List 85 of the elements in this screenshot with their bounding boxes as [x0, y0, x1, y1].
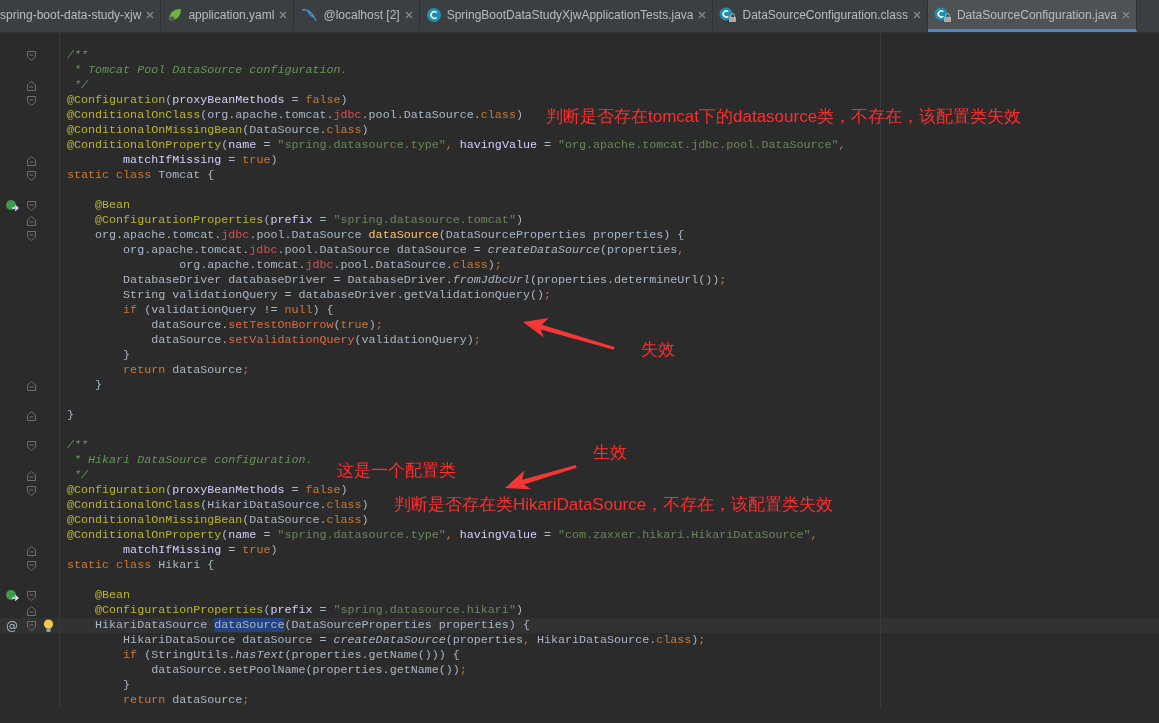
code-line: static class Hikari { [66, 558, 215, 573]
code-line: org.apache.tomcat.jdbc.pool.DataSource dataSource(DataSourceProperties properties) { [94, 228, 685, 243]
close-icon[interactable] [698, 10, 707, 19]
code-line: dataSource.setValidationQuery(validationQuery); [150, 333, 481, 348]
fold-icon[interactable] [26, 170, 36, 181]
code-line: return dataSource; [122, 363, 250, 378]
close-icon[interactable] [146, 10, 155, 19]
code-line: /** [66, 438, 89, 453]
arrow [505, 464, 577, 490]
code-line: /** [66, 48, 89, 63]
editor-tab[interactable]: @localhost [2] [294, 0, 420, 32]
code-line: } [122, 678, 131, 693]
annotation-note: 失效 [641, 340, 675, 360]
code-line: @ConditionalOnClass(org.apache.tomcat.jdbc.pool.DataSource.class) [66, 108, 523, 123]
code-line: @ConditionalOnProperty(name = "spring.datasource.type", havingValue = "com.zaxxer.hikari.HikariDataSource", [66, 528, 818, 543]
fold-icon[interactable] [26, 545, 36, 556]
fold-icon[interactable] [26, 560, 36, 571]
close-icon[interactable] [912, 10, 921, 19]
code-line: return dataSource; [122, 693, 250, 708]
fold-icon[interactable] [26, 155, 36, 166]
code-line: matchIfMissing = true) [122, 153, 278, 168]
code-line: @ConfigurationProperties(prefix = "spring.datasource.hikari") [94, 603, 523, 618]
code-line: } [94, 378, 103, 393]
annotation-note: 生效 [593, 443, 627, 463]
annotation-note: 判断是否存在tomcat下的datasource类，不存在，该配置类失效 [546, 107, 1022, 127]
fold-icon[interactable] [26, 485, 36, 496]
dolphin-icon [300, 6, 319, 23]
code-line: @Configuration(proxyBeanMethods = false) [66, 483, 348, 498]
code-line: if (StringUtils.hasText(properties.getName())) { [122, 648, 460, 663]
code-line: HikariDataSource dataSource = createDataSource(properties, HikariDataSource.class); [122, 633, 706, 648]
code-line: if (validationQuery != null) { [122, 303, 334, 318]
leaf-icon [167, 6, 184, 23]
fold-icon[interactable] [26, 410, 36, 421]
fold-icon[interactable] [26, 440, 36, 451]
editor-tab[interactable]: spring-boot-data-study-xjw [0, 0, 162, 32]
close-icon[interactable] [1122, 10, 1130, 19]
lightbulb-icon[interactable] [42, 618, 54, 633]
code-line: @ConditionalOnClass(HikariDataSource.class) [66, 498, 369, 513]
code-line: HikariDataSource dataSource(DataSourceProperties properties) { [94, 618, 530, 633]
class-icon [425, 6, 442, 23]
code-line: } [122, 348, 131, 363]
code-line: * Hikari DataSource configuration. [73, 453, 313, 468]
code-line: @ConditionalOnMissingBean(DataSource.class) [66, 513, 369, 528]
code-line: org.apache.tomcat.jdbc.pool.DataSource.class); [178, 258, 502, 273]
code-line: @ConditionalOnMissingBean(DataSource.class) [66, 123, 369, 138]
fold-icon[interactable] [26, 590, 36, 601]
fold-icon[interactable] [26, 50, 36, 61]
fold-icon[interactable] [26, 215, 36, 226]
code-line: String validationQuery = databaseDriver.getValidationQuery(); [122, 288, 551, 303]
code-line: } [66, 408, 74, 423]
code-line: dataSource.setPoolName(properties.getName()); [150, 663, 467, 678]
editor-tab[interactable]: DataSourceConfiguration.java [927, 0, 1137, 32]
code-line: @Configuration(proxyBeanMethods = false) [66, 93, 348, 108]
fold-icon[interactable] [26, 605, 36, 616]
code-line: org.apache.tomcat.jdbc.pool.DataSource dataSource = createDataSource(properties, [122, 243, 685, 258]
close-icon[interactable] [404, 10, 413, 19]
override-marker[interactable]: @ [6, 618, 18, 633]
code-line: */ [73, 78, 89, 93]
code-line: * Tomcat Pool DataSource configuration. [73, 63, 348, 78]
editor-tab[interactable]: application.yaml [161, 0, 295, 32]
locked-class-icon [719, 6, 738, 23]
annotation-note: 判断是否存在类HikariDataSource，不存在，该配置类失效 [394, 495, 834, 515]
code-line: @ConditionalOnProperty(name = "spring.datasource.type", havingValue = "org.apache.tomcat.jdbc.pool.DataSource", [66, 138, 846, 153]
code-line: static class Tomcat { [66, 168, 215, 183]
bean-icon[interactable] [5, 199, 19, 212]
editor-tab[interactable]: DataSourceConfiguration.class [713, 0, 928, 32]
close-icon[interactable] [279, 10, 288, 19]
code-line: dataSource.setTestOnBorrow(true); [150, 318, 383, 333]
annotation-note: 这是一个配置类 [337, 461, 456, 481]
fold-icon[interactable] [26, 380, 36, 391]
fold-icon[interactable] [26, 200, 36, 211]
editor-tab[interactable]: SpringBootDataStudyXjwApplicationTests.java [419, 0, 714, 32]
fold-icon[interactable] [26, 95, 36, 106]
fold-icon[interactable] [26, 470, 36, 481]
fold-icon[interactable] [26, 620, 36, 631]
fold-icon[interactable] [26, 80, 36, 91]
code-line: DatabaseDriver databaseDriver = DatabaseDriver.fromJdbcUrl(properties.determineUrl()); [122, 273, 727, 288]
locked-class-icon [933, 6, 952, 23]
code-line: */ [73, 468, 89, 483]
fold-icon[interactable] [26, 230, 36, 241]
code-line: @ConfigurationProperties(prefix = "spring.datasource.tomcat") [94, 213, 523, 228]
code-line: matchIfMissing = true) [122, 543, 278, 558]
bean-icon[interactable] [5, 589, 19, 602]
code-line: @Bean [94, 198, 131, 213]
code-line: @Bean [94, 588, 131, 603]
